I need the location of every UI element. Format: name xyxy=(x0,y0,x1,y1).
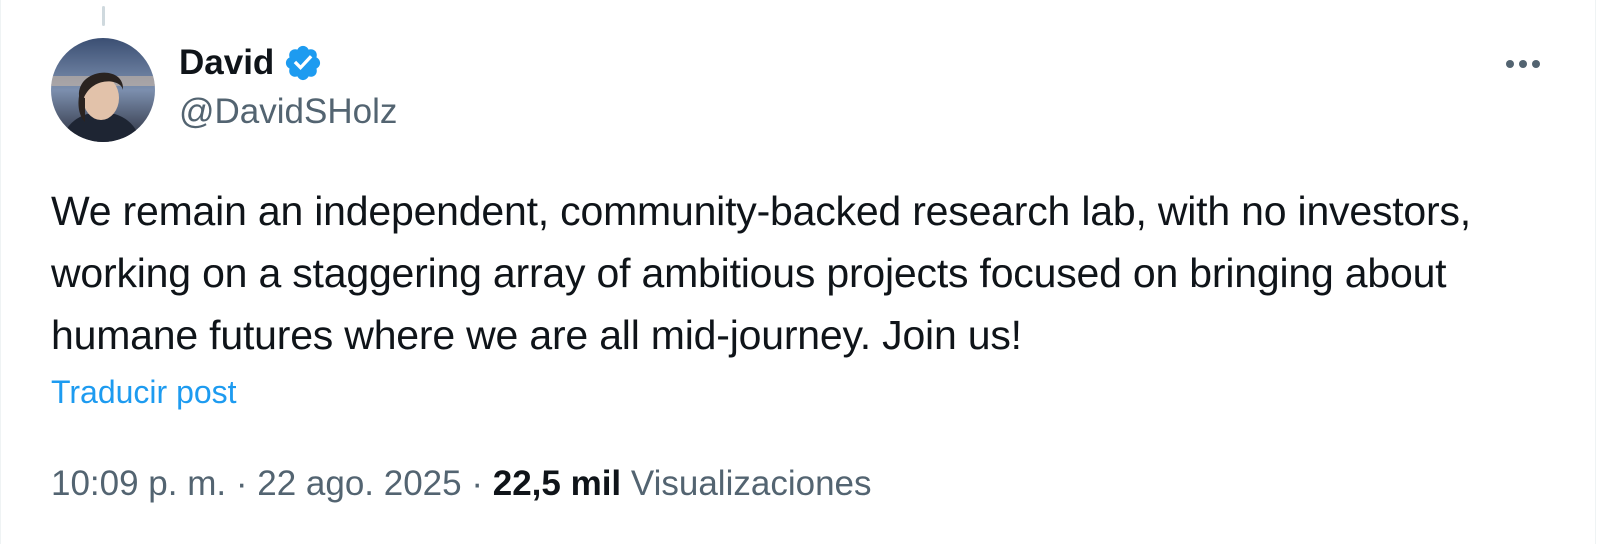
author-info: David @DavidSHolz xyxy=(179,40,397,132)
author-handle[interactable]: @DavidSHolz xyxy=(179,92,397,132)
tweet-timestamp[interactable]: 10:09 p. m. · 22 ago. 2025 xyxy=(51,464,462,503)
tweet-time: 10:09 p. m. xyxy=(51,464,227,503)
tweet-metadata: 10:09 p. m. · 22 ago. 2025 · 22,5 mil Vi… xyxy=(51,464,872,504)
meta-separator: · xyxy=(235,464,248,503)
translate-post-link[interactable]: Traducir post xyxy=(51,374,237,411)
tweet-date: 22 ago. 2025 xyxy=(257,464,462,503)
tweet-text: We remain an independent, community-back… xyxy=(51,188,1471,358)
more-options-icon xyxy=(1506,60,1540,68)
avatar-image xyxy=(51,38,155,142)
views-label: Visualizaciones xyxy=(630,464,872,503)
thread-connector-line xyxy=(102,6,105,26)
author-display-name[interactable]: David xyxy=(179,43,274,83)
author-avatar[interactable] xyxy=(51,38,155,142)
views-count: 22,5 mil xyxy=(492,464,622,503)
views-link[interactable]: 22,5 mil Visualizaciones xyxy=(493,464,872,503)
tweet-card: David @DavidSHolz We remain an independe… xyxy=(0,0,1596,544)
author-name-row: David xyxy=(179,40,397,86)
meta-separator: · xyxy=(471,464,483,503)
more-options-button[interactable] xyxy=(1499,44,1547,84)
verified-badge-icon[interactable] xyxy=(283,43,323,83)
